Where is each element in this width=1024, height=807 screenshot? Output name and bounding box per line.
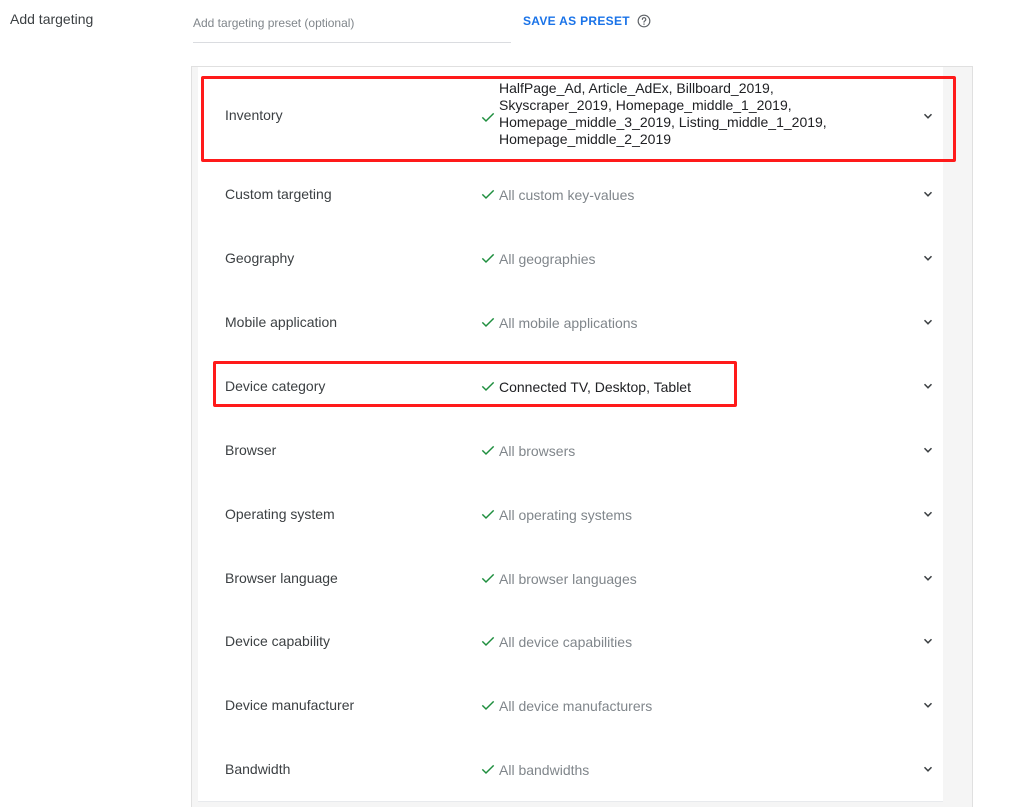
row-label: Custom targeting (225, 186, 332, 202)
chevron-down-icon[interactable] (921, 379, 935, 393)
check-icon (481, 509, 495, 520)
row-label: Operating system (225, 506, 335, 522)
row-label: Browser language (225, 570, 338, 586)
row-value: HalfPage_Ad, Article_AdEx, Billboard_201… (499, 80, 827, 147)
targeting-panel: Inventory HalfPage_Ad, Article_AdEx, Bil… (191, 66, 973, 807)
check-icon (481, 317, 495, 328)
row-value: Connected TV, Desktop, Tablet (499, 379, 691, 395)
row-value: All browsers (499, 443, 576, 459)
targeting-row-inventory[interactable]: Inventory HalfPage_Ad, Article_AdEx, Bil… (198, 67, 943, 163)
check-icon (481, 445, 495, 456)
row-value: All bandwidths (499, 762, 590, 778)
row-value: All browser languages (499, 571, 637, 587)
chevron-down-icon[interactable] (921, 315, 935, 329)
check-icon (481, 700, 495, 711)
targeting-row-device-category[interactable]: Device category Connected TV, Desktop, T… (198, 354, 943, 419)
check-icon (481, 764, 495, 775)
row-label: Device category (225, 378, 326, 394)
row-value: All custom key-values (499, 187, 635, 203)
chevron-down-icon[interactable] (921, 507, 935, 521)
chevron-down-icon[interactable] (921, 634, 935, 648)
targeting-row-device-manufacturer[interactable]: Device manufacturer All device manufactu… (198, 673, 943, 738)
chevron-down-icon[interactable] (921, 187, 935, 201)
preset-input[interactable] (193, 6, 511, 40)
check-icon (481, 381, 495, 392)
check-icon (481, 112, 495, 123)
targeting-row-custom-targeting[interactable]: Custom targeting All custom key-values (198, 162, 943, 227)
row-label: Geography (225, 250, 295, 266)
check-icon (481, 636, 495, 647)
targeting-row-device-capability[interactable]: Device capability All device capabilitie… (198, 610, 943, 674)
save-as-preset-button[interactable]: SAVE AS PRESET (523, 14, 630, 28)
check-icon (481, 189, 495, 200)
help-icon[interactable] (637, 14, 651, 28)
row-label: Browser (225, 442, 277, 458)
chevron-down-icon[interactable] (921, 762, 935, 776)
chevron-down-icon[interactable] (921, 571, 935, 585)
section-label: Add targeting (10, 11, 94, 27)
chevron-down-icon[interactable] (921, 109, 935, 123)
targeting-row-operating-system[interactable]: Operating system All operating systems (198, 482, 943, 547)
chevron-down-icon[interactable] (921, 251, 935, 265)
targeting-row-geography[interactable]: Geography All geographies (198, 226, 943, 291)
chevron-down-icon[interactable] (921, 443, 935, 457)
row-value: All geographies (499, 251, 596, 267)
row-label: Inventory (225, 107, 283, 123)
row-value: All mobile applications (499, 315, 638, 331)
targeting-row-browser[interactable]: Browser All browsers (198, 418, 943, 483)
targeting-row-mobile-application[interactable]: Mobile application All mobile applicatio… (198, 290, 943, 355)
targeting-row-browser-language[interactable]: Browser language All browser languages (198, 546, 943, 611)
row-label: Mobile application (225, 314, 338, 330)
check-icon (481, 573, 495, 584)
targeting-row-bandwidth[interactable]: Bandwidth All bandwidths (198, 737, 943, 802)
chevron-down-icon[interactable] (921, 698, 935, 712)
row-value: All device capabilities (499, 634, 633, 650)
check-icon (481, 253, 495, 264)
row-label: Device capability (225, 633, 331, 649)
row-value: All operating systems (499, 507, 633, 523)
row-value: All device manufacturers (499, 698, 653, 714)
row-label: Device manufacturer (225, 697, 355, 713)
row-label: Bandwidth (225, 761, 291, 777)
preset-field[interactable] (193, 6, 511, 43)
